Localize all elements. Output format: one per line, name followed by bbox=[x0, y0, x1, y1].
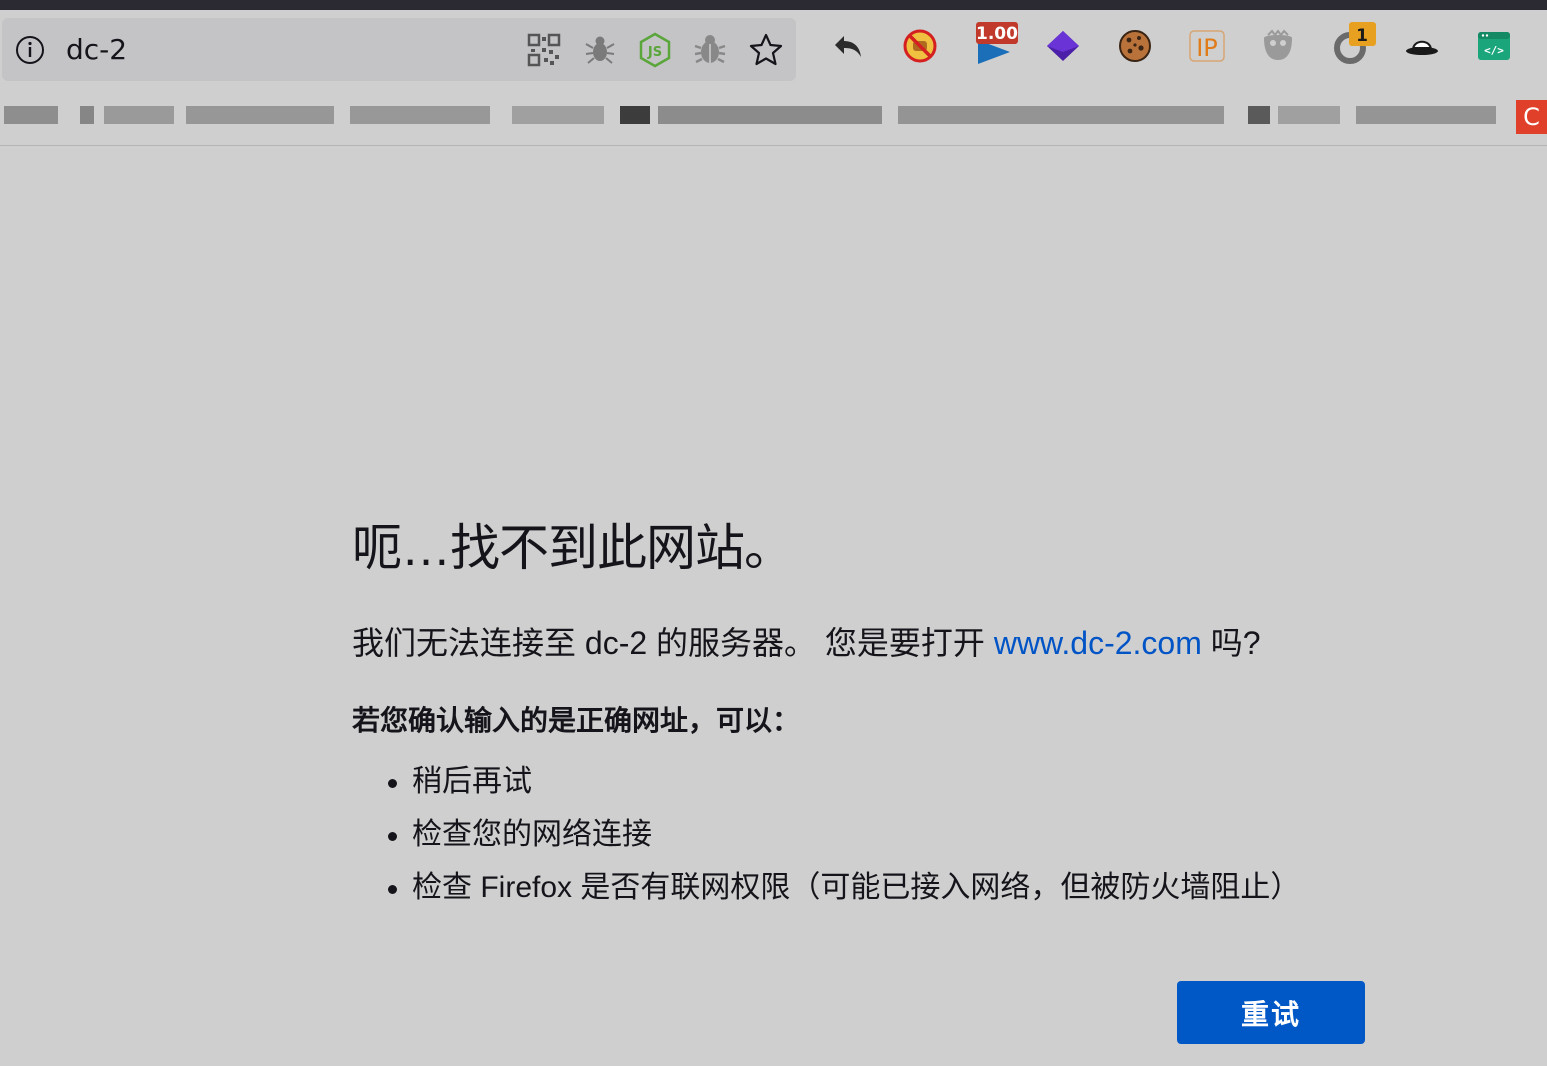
svg-text:JS: JS bbox=[647, 45, 662, 60]
site-info-icon[interactable] bbox=[14, 34, 46, 66]
ip-label: IP bbox=[1196, 34, 1218, 62]
bookmark-item[interactable] bbox=[80, 106, 175, 124]
bug-robot-icon[interactable] bbox=[582, 32, 618, 68]
code-window-icon[interactable]: </> bbox=[1476, 28, 1512, 64]
suggestion-item: 检查 Firefox 是否有联网权限（可能已接入网络，但被防火墙阻止） bbox=[352, 868, 1300, 921]
error-subheading: 若您确认输入的是正确网址，可以： bbox=[352, 705, 801, 736]
url-text[interactable]: dc-2 bbox=[66, 32, 127, 68]
error-description-prefix: 我们无法连接至 dc-2 的服务器。 您是要打开 bbox=[352, 625, 994, 661]
error-title: 呃…找不到此网站。 bbox=[352, 520, 794, 576]
window-top-strip bbox=[0, 0, 1547, 10]
bookmark-item[interactable] bbox=[186, 106, 334, 124]
error-description: 我们无法连接至 dc-2 的服务器。 您是要打开 www.dc-2.com 吗? bbox=[352, 618, 1261, 664]
suggestion-item: 检查您的网络连接 bbox=[352, 815, 1300, 868]
ghost-icon[interactable] bbox=[1260, 28, 1296, 64]
bookmark-item[interactable] bbox=[1248, 106, 1340, 124]
speed-badge-label: 1.00 bbox=[976, 24, 1018, 44]
suggested-url-link[interactable]: www.dc-2.com bbox=[994, 625, 1202, 661]
ip-icon[interactable]: IP bbox=[1189, 28, 1225, 64]
refresh-badge-label: 1 bbox=[1356, 26, 1368, 46]
url-bar[interactable]: dc-2 JS bbox=[2, 18, 796, 81]
bookmark-item[interactable] bbox=[350, 106, 490, 124]
speed-badge-icon[interactable]: 1.00 bbox=[974, 22, 1018, 66]
bookmark-item[interactable] bbox=[898, 106, 1224, 124]
purple-stack-icon[interactable] bbox=[1045, 28, 1081, 64]
undo-arrow-icon[interactable] bbox=[830, 28, 866, 64]
no-food-icon[interactable] bbox=[902, 28, 938, 64]
bookmark-item[interactable] bbox=[620, 106, 882, 124]
svg-text:</>: </> bbox=[1484, 44, 1504, 57]
bookmark-item[interactable] bbox=[1356, 106, 1496, 124]
bookmark-item[interactable] bbox=[4, 106, 58, 124]
qr-code-icon[interactable] bbox=[526, 32, 562, 68]
bookmark-c-item[interactable]: C bbox=[1516, 100, 1547, 134]
retry-button[interactable]: 重试 bbox=[1177, 981, 1365, 1044]
fedora-hat-icon[interactable] bbox=[1404, 28, 1440, 64]
bookmark-star-icon[interactable] bbox=[748, 32, 784, 68]
bookmark-item[interactable] bbox=[512, 106, 604, 124]
bug-icon[interactable] bbox=[692, 32, 728, 68]
error-description-suffix: 吗? bbox=[1201, 625, 1261, 661]
nodejs-icon[interactable]: JS bbox=[637, 32, 673, 68]
suggestion-item: 稍后再试 bbox=[352, 762, 1300, 815]
suggestion-list: 稍后再试 检查您的网络连接 检查 Firefox 是否有联网权限（可能已接入网络… bbox=[352, 762, 1300, 921]
browser-toolbar: dc-2 JS 1.00 IP 1 </> bbox=[0, 10, 1547, 90]
refresh-badge-icon[interactable]: 1 bbox=[1332, 22, 1376, 66]
bookmarks-toolbar: C bbox=[0, 90, 1547, 146]
cookie-icon[interactable] bbox=[1117, 28, 1153, 64]
